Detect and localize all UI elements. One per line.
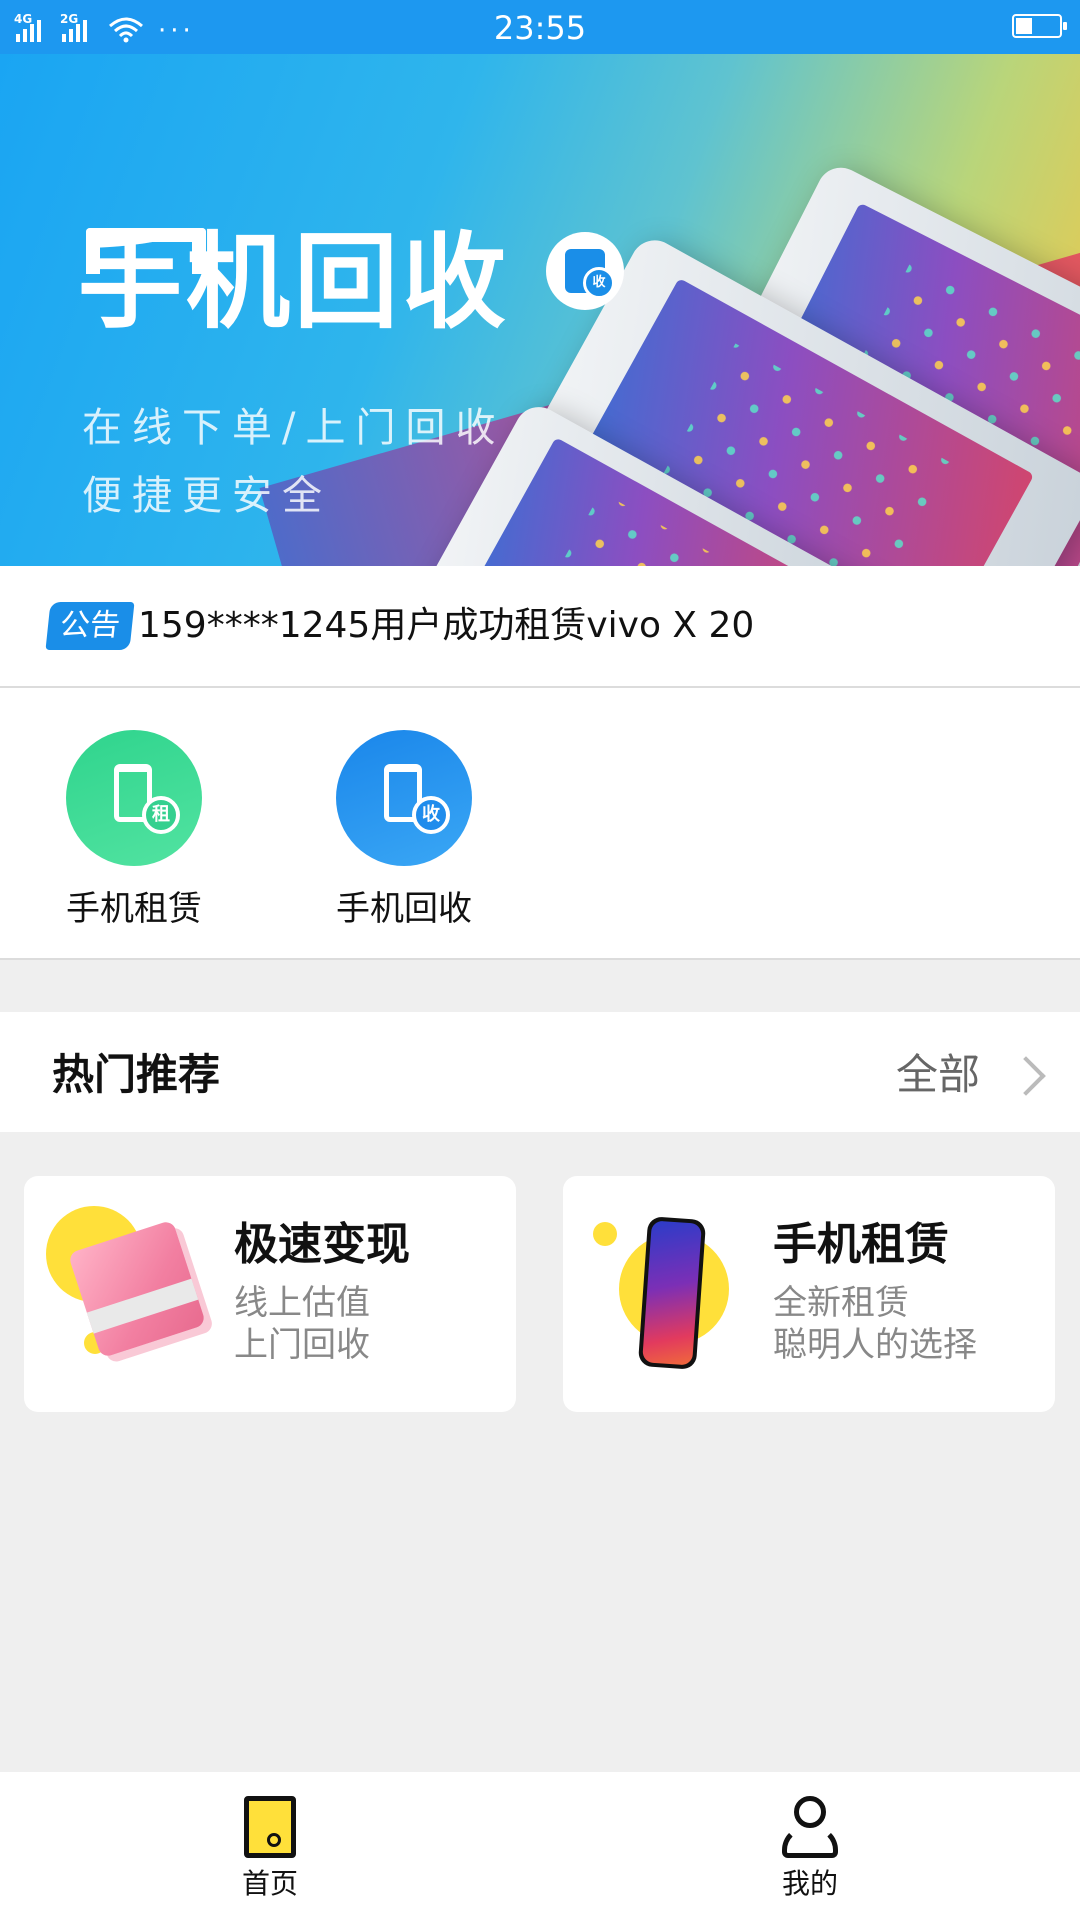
phone-recycle-icon: 收 [336, 730, 472, 866]
card-quick-cash[interactable]: 极速变现 线上估值 上门回收 [24, 1176, 516, 1412]
recycle-badge-icon: 收 [546, 232, 624, 310]
smartphone-icon [637, 1216, 707, 1370]
status-time: 23:55 [493, 9, 587, 47]
banner-title: 手机回收 [78, 221, 511, 343]
hot-recommend-header: 热门推荐 全部 [0, 1012, 1080, 1132]
card-title: 手机租赁 [773, 1219, 949, 1270]
card-subtitle: 全新租赁 [773, 1283, 909, 1323]
home-phone-icon [240, 1796, 300, 1860]
section-title: 热门推荐 [52, 1050, 221, 1099]
announcement-tag: 公告 [45, 602, 135, 650]
shortcut-grid: 租 手机租赁 收 手机回收 [0, 688, 1080, 960]
tab-label: 我的 [781, 1867, 838, 1900]
card-subtitle: 线上估值 [234, 1283, 370, 1323]
phone-rent-icon: 租 [66, 730, 202, 866]
announcement-text: 159****1245用户成功租赁vivo X 20 [138, 605, 755, 646]
status-bar: 4G 2G ··· 23:55 [0, 0, 1080, 54]
card-phone-rent[interactable]: 手机租赁 全新租赁 聪明人的选择 [563, 1176, 1055, 1412]
shortcut-phone-rent[interactable]: 租 手机租赁 [34, 730, 234, 930]
tab-label: 首页 [241, 1867, 298, 1900]
card-subtitle: 上门回收 [234, 1325, 370, 1365]
tab-home[interactable]: 首页 [190, 1796, 350, 1902]
banner-subtitle-2: 便捷更安全 [82, 473, 332, 519]
shortcut-phone-recycle[interactable]: 收 手机回收 [304, 730, 504, 930]
user-icon [780, 1796, 840, 1860]
shortcut-label: 手机租赁 [66, 889, 202, 929]
chevron-right-icon[interactable] [1006, 1056, 1046, 1096]
battery-icon [1012, 14, 1067, 38]
announcement-bar[interactable]: 公告 159****1245用户成功租赁vivo X 20 [0, 566, 1080, 688]
bottom-tab-bar: 首页 我的 [0, 1772, 1080, 1920]
banner-subtitle-1: 在线下单/上门回收 [82, 405, 506, 451]
shortcut-label: 手机回收 [336, 889, 472, 929]
view-all-link[interactable]: 全部 [896, 1050, 980, 1100]
promo-banner[interactable]: 手机回收 收 在线下单/上门回收 便捷更安全 [0, 54, 1080, 566]
tab-mine[interactable]: 我的 [730, 1796, 890, 1902]
card-subtitle: 聪明人的选择 [773, 1325, 977, 1365]
card-title: 极速变现 [234, 1219, 410, 1270]
